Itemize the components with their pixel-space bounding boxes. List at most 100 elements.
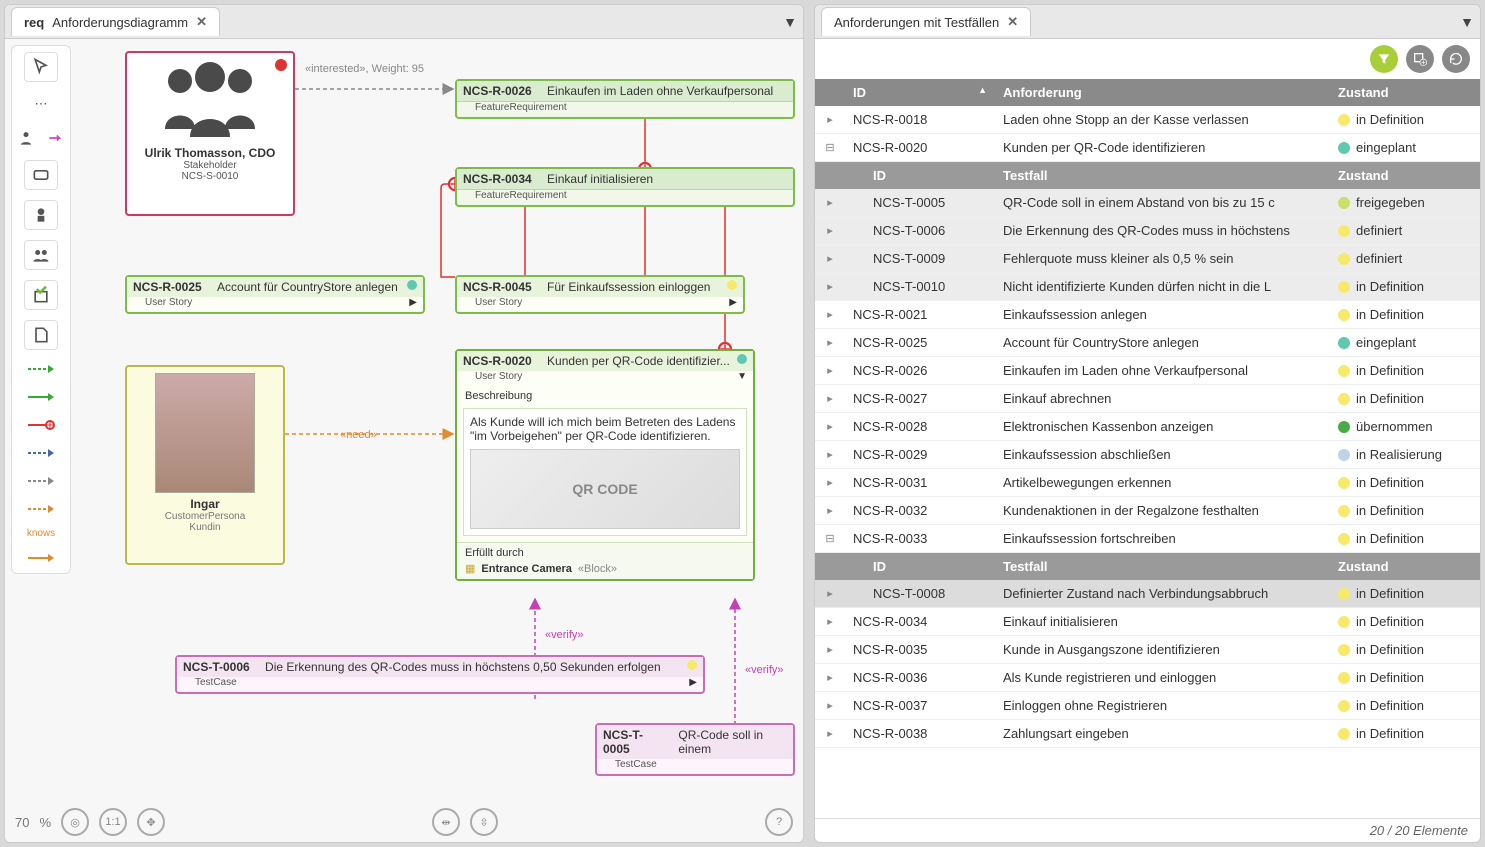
check-tool[interactable] bbox=[24, 280, 58, 310]
close-icon[interactable]: ✕ bbox=[196, 14, 207, 30]
expand-icon[interactable]: ▸ bbox=[815, 448, 845, 461]
filter-icon[interactable] bbox=[1370, 45, 1398, 73]
node-type: TestCase bbox=[195, 677, 237, 688]
expand-icon[interactable]: ▸ bbox=[815, 113, 845, 126]
help-icon[interactable]: ? bbox=[765, 808, 793, 836]
arrow-orange-dashed[interactable] bbox=[24, 500, 58, 518]
align-h-icon[interactable]: ⇹ bbox=[432, 808, 460, 836]
table-row[interactable]: ▸NCS-R-0038Zahlungsart eingebenin Defini… bbox=[815, 720, 1480, 748]
node-r0025[interactable]: NCS-R-0025 Account für CountryStore anle… bbox=[125, 275, 425, 314]
arrow-green-solid[interactable] bbox=[24, 388, 58, 406]
col-req[interactable]: Anforderung bbox=[995, 79, 1330, 106]
group-tool[interactable] bbox=[24, 240, 58, 270]
node-stakeholder[interactable]: Ulrik Thomasson, CDO Stakeholder NCS-S-0… bbox=[125, 51, 295, 216]
table-row[interactable]: ⊟NCS-R-0020Kunden per QR-Code identifizi… bbox=[815, 134, 1480, 162]
fit-icon[interactable]: ✥ bbox=[137, 808, 165, 836]
align-v-icon[interactable]: ⇳ bbox=[470, 808, 498, 836]
table-row[interactable]: ▸NCS-R-0032Kundenaktionen in der Regalzo… bbox=[815, 497, 1480, 525]
table-row[interactable]: ▸NCS-R-0035Kunde in Ausgangszone identif… bbox=[815, 636, 1480, 664]
node-r0034[interactable]: NCS-R-0034 Einkauf initialisieren Featur… bbox=[455, 167, 795, 207]
tab-dropdown-icon[interactable]: ▼ bbox=[783, 14, 797, 30]
arrow-blue-dashed[interactable] bbox=[24, 444, 58, 462]
more-icon[interactable]: ⋯ bbox=[29, 92, 53, 116]
table-row[interactable]: ▸NCS-R-0027Einkauf abrechnenin Definitio… bbox=[815, 385, 1480, 413]
table-row[interactable]: ▸NCS-R-0034Einkauf initialisierenin Defi… bbox=[815, 608, 1480, 636]
expand-icon[interactable]: ▸ bbox=[815, 476, 845, 489]
fulfill-item[interactable]: Entrance Camera bbox=[481, 563, 572, 575]
col-state[interactable]: Zustand bbox=[1330, 79, 1480, 106]
table-child-row[interactable]: ▸NCS-T-0010Nicht identifizierte Kunden d… bbox=[815, 273, 1480, 301]
arrow-green-dashed[interactable] bbox=[24, 360, 58, 378]
note-tool[interactable] bbox=[24, 320, 58, 350]
table-row[interactable]: ▸NCS-R-0031Artikelbewegungen erkennenin … bbox=[815, 469, 1480, 497]
status-dot-icon bbox=[1338, 365, 1350, 377]
persona-tool[interactable] bbox=[24, 200, 58, 230]
target-icon[interactable]: ◎ bbox=[61, 808, 89, 836]
expand-icon[interactable]: ▸ bbox=[815, 196, 845, 209]
status-dot-icon bbox=[1338, 114, 1350, 126]
table-row[interactable]: ▸NCS-R-0037Einloggen ohne Registrierenin… bbox=[815, 692, 1480, 720]
arrow-grey-dashed[interactable] bbox=[24, 472, 58, 490]
expand-icon[interactable]: ▸ bbox=[815, 727, 845, 740]
expand-icon[interactable]: ▸ bbox=[815, 615, 845, 628]
node-persona[interactable]: Ingar CustomerPersona Kundin bbox=[125, 365, 285, 565]
status-dot-icon bbox=[1338, 309, 1350, 321]
expand-icon[interactable]: ▶ bbox=[729, 297, 737, 308]
expand-icon[interactable]: ⊟ bbox=[815, 532, 845, 545]
node-type: User Story bbox=[145, 297, 192, 308]
link-tool[interactable] bbox=[44, 126, 68, 150]
canvas[interactable]: «interested», Weight: 95 «need» «verify»… bbox=[85, 39, 803, 802]
table-row[interactable]: ⊟NCS-R-0033Einkaufssession fortschreiben… bbox=[815, 525, 1480, 553]
expand-icon[interactable]: ⊟ bbox=[815, 141, 845, 154]
node-r0020[interactable]: NCS-R-0020 Kunden per QR-Code identifizi… bbox=[455, 349, 755, 581]
table-child-row[interactable]: ▸NCS-T-0008Definierter Zustand nach Verb… bbox=[815, 580, 1480, 608]
table-row[interactable]: ▸NCS-R-0021Einkaufssession anlegenin Def… bbox=[815, 301, 1480, 329]
refresh-icon[interactable] bbox=[1442, 45, 1470, 73]
expand-icon[interactable]: ▸ bbox=[815, 699, 845, 712]
reset-zoom-button[interactable]: 1:1 bbox=[99, 808, 127, 836]
cell-text: Einkaufen im Laden ohne Verkaufpersonal bbox=[995, 357, 1330, 384]
node-r0026[interactable]: NCS-R-0026 Einkaufen im Laden ohne Verka… bbox=[455, 79, 795, 119]
tab-table[interactable]: Anforderungen mit Testfällen ✕ bbox=[821, 7, 1031, 36]
expand-icon[interactable]: ▸ bbox=[815, 224, 845, 237]
expand-icon[interactable]: ▸ bbox=[815, 392, 845, 405]
expand-icon[interactable]: ▸ bbox=[815, 252, 845, 265]
requirements-grid[interactable]: ID▲ Anforderung Zustand ▸NCS-R-0018Laden… bbox=[815, 79, 1480, 818]
tab-dropdown-icon[interactable]: ▼ bbox=[1460, 14, 1474, 30]
expand-icon[interactable]: ▸ bbox=[815, 420, 845, 433]
cell-text: Einkaufssession abschließen bbox=[995, 441, 1330, 468]
card-tool[interactable] bbox=[24, 160, 58, 190]
arrow-red-circle[interactable] bbox=[24, 416, 58, 434]
close-icon[interactable]: ✕ bbox=[1007, 14, 1018, 30]
expand-icon[interactable]: ▸ bbox=[815, 504, 845, 517]
table-row[interactable]: ▸NCS-R-0036Als Kunde registrieren und ei… bbox=[815, 664, 1480, 692]
table-row[interactable]: ▸NCS-R-0028Elektronischen Kassenbon anze… bbox=[815, 413, 1480, 441]
expand-icon[interactable]: ▶ bbox=[689, 677, 697, 688]
tab-diagram[interactable]: req Anforderungsdiagramm ✕ bbox=[11, 7, 220, 36]
stakeholder-tool[interactable] bbox=[14, 126, 38, 150]
node-t0006[interactable]: NCS-T-0006 Die Erkennung des QR-Codes mu… bbox=[175, 655, 705, 694]
table-child-row[interactable]: ▸NCS-T-0006Die Erkennung des QR-Codes mu… bbox=[815, 217, 1480, 245]
cursor-tool[interactable] bbox=[24, 52, 58, 82]
expand-icon[interactable]: ▸ bbox=[815, 671, 845, 684]
add-icon[interactable] bbox=[1406, 45, 1434, 73]
expand-icon[interactable]: ▸ bbox=[815, 308, 845, 321]
node-t0005[interactable]: NCS-T-0005 QR-Code soll in einem TestCas… bbox=[595, 723, 795, 776]
table-child-row[interactable]: ▸NCS-T-0009Fehlerquote muss kleiner als … bbox=[815, 245, 1480, 273]
table-row[interactable]: ▸NCS-R-0026Einkaufen im Laden ohne Verka… bbox=[815, 357, 1480, 385]
table-row[interactable]: ▸NCS-R-0018Laden ohne Stopp an der Kasse… bbox=[815, 106, 1480, 134]
table-row[interactable]: ▸NCS-R-0025Account für CountryStore anle… bbox=[815, 329, 1480, 357]
table-child-row[interactable]: ▸NCS-T-0005QR-Code soll in einem Abstand… bbox=[815, 189, 1480, 217]
expand-icon[interactable]: ▸ bbox=[815, 336, 845, 349]
node-r0045[interactable]: NCS-R-0045 Für Einkaufssession einloggen… bbox=[455, 275, 745, 314]
expand-icon[interactable]: ▸ bbox=[815, 587, 845, 600]
col-id[interactable]: ID▲ bbox=[845, 79, 995, 106]
collapse-icon[interactable]: ▼ bbox=[737, 371, 747, 382]
expand-icon[interactable]: ▸ bbox=[815, 364, 845, 377]
cell-id: NCS-R-0038 bbox=[845, 720, 995, 747]
expand-icon[interactable]: ▸ bbox=[815, 643, 845, 656]
table-row[interactable]: ▸NCS-R-0029Einkaufssession abschließenin… bbox=[815, 441, 1480, 469]
expand-icon[interactable]: ▸ bbox=[815, 280, 845, 293]
expand-icon[interactable]: ▶ bbox=[409, 297, 417, 308]
arrow-knows[interactable] bbox=[24, 549, 58, 567]
